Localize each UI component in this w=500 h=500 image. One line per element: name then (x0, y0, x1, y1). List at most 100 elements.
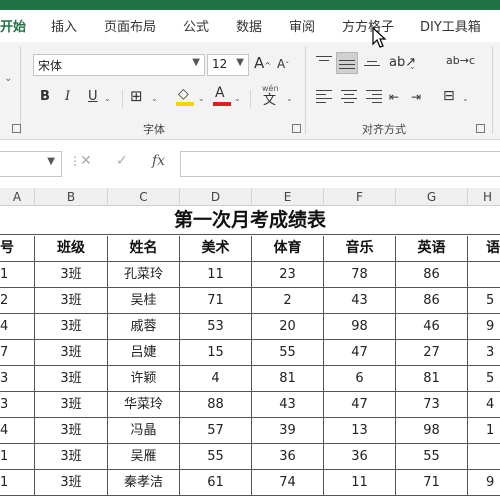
table-cell[interactable]: 吴桂 (108, 288, 180, 313)
chevron-down-icon[interactable]: ⌄ (104, 90, 111, 110)
table-cell[interactable]: 3班 (35, 288, 108, 313)
table-cell[interactable]: 7 (0, 340, 35, 365)
table-cell[interactable]: 27 (396, 340, 468, 365)
chevron-down-icon[interactable]: ⌄ (462, 90, 469, 110)
table-cell[interactable]: 5 (468, 288, 500, 313)
table-cell[interactable]: 3 (0, 366, 35, 391)
table-cell[interactable]: 9 (468, 314, 500, 339)
table-cell[interactable]: 吴雁 (108, 444, 180, 469)
table-cell[interactable]: 许颖 (108, 366, 180, 391)
header-cell[interactable]: 班级 (35, 236, 108, 261)
dialog-launcher-icon[interactable] (12, 124, 21, 133)
align-right-icon[interactable] (366, 90, 382, 104)
tab-formulas[interactable]: 公式 (183, 16, 209, 35)
chevron-down-icon[interactable]: ⌄ (198, 90, 205, 110)
cancel-icon[interactable]: ✕ (80, 153, 92, 169)
table-cell[interactable]: 6 (324, 366, 396, 391)
tab-home[interactable]: 开始 (0, 16, 26, 35)
font-name-select[interactable]: 宋体 ▼ (33, 54, 205, 76)
dialog-launcher-icon[interactable] (476, 124, 485, 133)
table-cell[interactable]: 11 (324, 470, 396, 495)
name-box[interactable]: ▼ (0, 151, 62, 177)
table-cell[interactable]: 2 (0, 288, 35, 313)
header-cell[interactable]: 号 (0, 236, 35, 261)
table-cell[interactable]: 73 (396, 392, 468, 417)
table-cell[interactable]: 4 (180, 366, 252, 391)
column-header-b[interactable]: B (35, 188, 108, 206)
underline-button[interactable]: U (88, 88, 98, 108)
chevron-down-icon[interactable]: ⌄ (151, 90, 158, 110)
align-top-icon[interactable] (316, 56, 332, 70)
table-cell[interactable]: 1 (0, 444, 35, 469)
table-cell[interactable]: 9 (468, 470, 500, 495)
table-cell[interactable]: 3班 (35, 340, 108, 365)
table-cell[interactable]: 55 (252, 340, 324, 365)
border-icon[interactable]: ⊞ (130, 87, 143, 107)
column-header-a[interactable]: A (0, 188, 35, 206)
table-cell[interactable]: 3班 (35, 366, 108, 391)
table-cell[interactable]: 88 (180, 392, 252, 417)
table-cell[interactable]: 43 (252, 392, 324, 417)
table-cell[interactable]: 4 (468, 392, 500, 417)
align-center-icon[interactable] (341, 90, 357, 104)
table-cell[interactable]: 74 (252, 470, 324, 495)
table-cell[interactable]: 1 (0, 470, 35, 495)
tab-diy-toolbox[interactable]: DIY工具箱 (420, 16, 481, 35)
table-cell[interactable]: 81 (396, 366, 468, 391)
column-header-e[interactable]: E (252, 188, 324, 206)
table-cell[interactable]: 53 (180, 314, 252, 339)
table-cell[interactable]: 3班 (35, 262, 108, 287)
table-cell[interactable]: 吕婕 (108, 340, 180, 365)
table-cell[interactable]: 86 (396, 262, 468, 287)
sheet-title-cell[interactable]: 第一次月考成绩表 (0, 206, 500, 235)
table-cell[interactable]: 秦孝洁 (108, 470, 180, 495)
table-cell[interactable]: 3 (468, 340, 500, 365)
bold-button[interactable]: B (40, 88, 50, 108)
chevron-down-icon[interactable]: ⌄ (286, 90, 293, 110)
table-cell[interactable]: 3班 (35, 470, 108, 495)
header-cell[interactable]: 音乐 (324, 236, 396, 261)
table-cell[interactable]: 1 (468, 418, 500, 443)
table-cell[interactable]: 43 (324, 288, 396, 313)
shrink-font-button[interactable]: Aˇ (277, 55, 289, 75)
align-bottom-icon[interactable] (364, 61, 380, 75)
table-cell[interactable]: 23 (252, 262, 324, 287)
table-cell[interactable] (468, 262, 500, 287)
table-cell[interactable]: 57 (180, 418, 252, 443)
table-cell[interactable]: 5 (468, 366, 500, 391)
table-cell[interactable]: 11 (180, 262, 252, 287)
formula-input[interactable] (180, 151, 500, 177)
header-cell[interactable]: 英语 (396, 236, 468, 261)
chevron-down-icon[interactable]: ⌄ (409, 58, 416, 78)
table-cell[interactable]: 78 (324, 262, 396, 287)
table-cell[interactable]: 2 (252, 288, 324, 313)
table-cell[interactable]: 71 (180, 288, 252, 313)
table-cell[interactable]: 15 (180, 340, 252, 365)
confirm-icon[interactable]: ✓ (116, 153, 128, 169)
table-cell[interactable]: 46 (396, 314, 468, 339)
table-cell[interactable]: 61 (180, 470, 252, 495)
table-cell[interactable] (468, 444, 500, 469)
tab-page-layout[interactable]: 页面布局 (104, 16, 156, 35)
dialog-launcher-icon[interactable] (292, 124, 301, 133)
tab-insert[interactable]: 插入 (51, 16, 77, 35)
table-cell[interactable]: 3班 (35, 444, 108, 469)
column-header-c[interactable]: C (108, 188, 180, 206)
table-cell[interactable]: 81 (252, 366, 324, 391)
table-cell[interactable]: 39 (252, 418, 324, 443)
table-cell[interactable]: 13 (324, 418, 396, 443)
table-cell[interactable]: 36 (252, 444, 324, 469)
table-cell[interactable]: 3班 (35, 392, 108, 417)
insert-function-button[interactable]: fx (152, 153, 165, 169)
table-cell[interactable]: 71 (396, 470, 468, 495)
chevron-down-icon[interactable]: ⌄ (234, 90, 241, 110)
table-cell[interactable]: 47 (324, 392, 396, 417)
table-cell[interactable]: 孔菜玲 (108, 262, 180, 287)
decrease-indent-icon[interactable]: ⇤ (389, 88, 399, 108)
column-header-d[interactable]: D (180, 188, 252, 206)
table-cell[interactable]: 1 (0, 262, 35, 287)
table-cell[interactable]: 冯晶 (108, 418, 180, 443)
column-header-g[interactable]: G (396, 188, 468, 206)
tab-review[interactable]: 审阅 (289, 16, 315, 35)
tab-data[interactable]: 数据 (236, 16, 262, 35)
